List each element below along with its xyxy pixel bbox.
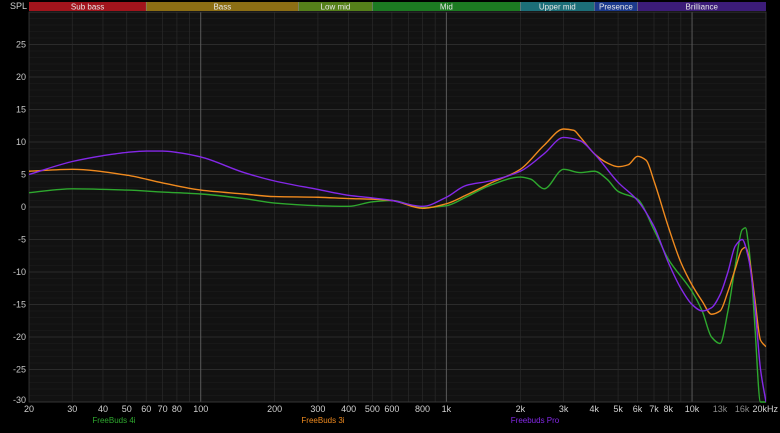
y-tick-label: 10 [16, 137, 26, 147]
band-label-upper-mid: Upper mid [539, 3, 576, 12]
frequency-response-chart: Sub bass Bass Low mid Mid Upper mid Presence B… [0, 0, 780, 428]
x-tick-label: 4k [590, 404, 600, 414]
y-axis-label: SPL [10, 1, 27, 11]
x-tick-label: 40 [98, 404, 108, 414]
y-tick-label: -15 [13, 300, 26, 310]
x-tick-label: 8k [663, 404, 673, 414]
y-tick-label: -10 [13, 267, 26, 277]
x-tick-label: 70 [158, 404, 168, 414]
x-tick-label: 7k [649, 404, 659, 414]
x-tick-label: 30 [67, 404, 77, 414]
x-tick-label: 10k [685, 404, 700, 414]
x-tick-label: 100 [193, 404, 208, 414]
x-tick-label: 80 [172, 404, 182, 414]
legend-item-freebuds-3i: FreeBuds 3i [301, 416, 344, 425]
band-label-mid: Mid [440, 3, 453, 12]
y-tick-label: -20 [13, 332, 26, 342]
y-tick-label: 5 [21, 170, 26, 180]
x-tick-label: 800 [415, 404, 430, 414]
x-tick-label: 200 [267, 404, 282, 414]
x-tick-label: 400 [341, 404, 356, 414]
chart-svg: Sub bass Bass Low mid Mid Upper mid Presence B… [0, 0, 780, 428]
y-tick-label: 15 [16, 105, 26, 115]
legend-item-freebuds-4i: FreeBuds 4i [92, 416, 135, 425]
x-tick-label: 300 [310, 404, 325, 414]
y-tick-label: -5 [18, 235, 26, 245]
x-tick-label: 3k [559, 404, 569, 414]
x-tick-label: 2k [516, 404, 526, 414]
x-tick-label: 16k [735, 404, 750, 414]
x-tick-label: 20kHz [752, 404, 778, 414]
x-tick-label: 600 [384, 404, 399, 414]
frequency-bands: Sub bass Bass Low mid Mid Upper mid Presence B… [29, 2, 766, 12]
band-label-sub-bass: Sub bass [71, 3, 104, 12]
x-tick-label: 1k [442, 404, 452, 414]
y-tick-label: 20 [16, 72, 26, 82]
y-tick-label: -25 [13, 365, 26, 375]
grid [28, 11, 767, 403]
x-tick-label: 6k [633, 404, 643, 414]
x-tick-label: 50 [122, 404, 132, 414]
legend-item-freebuds-pro: Freebuds Pro [511, 416, 560, 425]
y-tick-label: 0 [21, 202, 26, 212]
band-label-low-mid: Low mid [321, 3, 351, 12]
band-label-brilliance: Brilliance [686, 3, 719, 12]
y-tick-label: 25 [16, 40, 26, 50]
x-tick-label: 13k [713, 404, 728, 414]
x-tick-label: 60 [141, 404, 151, 414]
band-label-presence: Presence [599, 3, 633, 12]
band-label-bass: Bass [213, 3, 231, 12]
x-tick-label: 20 [24, 404, 34, 414]
x-tick-label: 500 [365, 404, 380, 414]
x-tick-label: 5k [613, 404, 623, 414]
